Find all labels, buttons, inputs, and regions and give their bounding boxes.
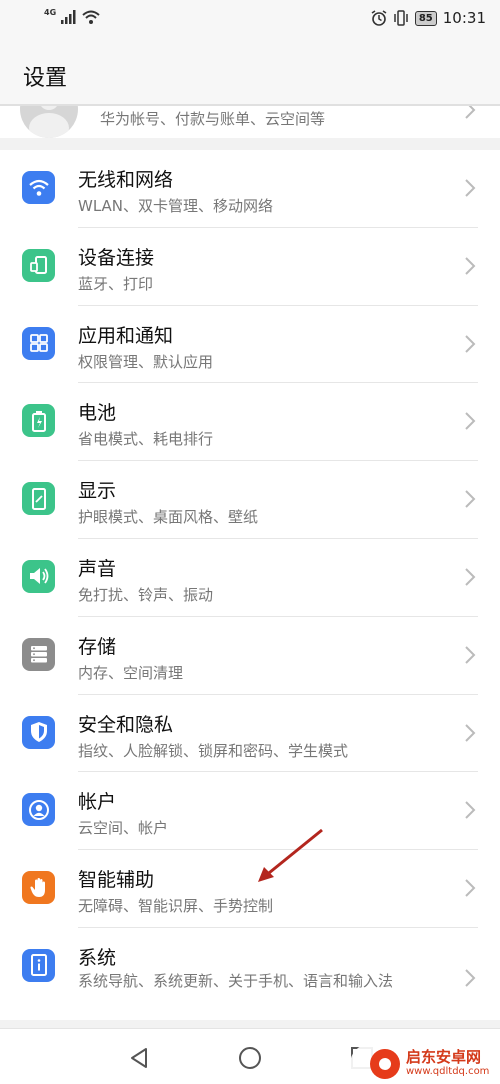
watermark-url: www.qdltdq.com	[406, 1066, 490, 1077]
status-left: 4G	[44, 7, 100, 24]
watermark-logo	[370, 1049, 400, 1079]
chevron-right-icon	[465, 334, 476, 353]
storage-icon	[22, 637, 55, 671]
settings-item-title: 帐户	[78, 791, 117, 814]
back-icon[interactable]	[126, 1045, 152, 1071]
chevron-right-icon	[465, 879, 476, 897]
network-type: 4G	[44, 7, 57, 17]
battery-icon	[22, 404, 55, 438]
settings-item-subtitle: WLAN、双卡管理、移动网络	[78, 197, 274, 215]
settings-item-subtitle: 云空间、帐户	[78, 819, 169, 838]
battery-level: 85	[414, 10, 437, 26]
settings-item-apps[interactable]: 应用和通知 权限管理、默认应用	[0, 306, 500, 384]
settings-item-subtitle: 权限管理、默认应用	[78, 352, 214, 371]
settings-item-subtitle: 护眼模式、桌面风格、壁纸	[78, 508, 259, 527]
chevron-right-icon	[465, 257, 476, 275]
clock: 10:31	[442, 9, 486, 27]
settings-item-title: 智能辅助	[78, 869, 155, 892]
settings-item-subtitle: 指纹、人脸解锁、锁屏和密码、学生模式	[78, 741, 349, 760]
header: 设置	[0, 38, 500, 104]
chevron-right-icon	[465, 490, 476, 508]
settings-item-title: 设备连接	[78, 246, 155, 269]
settings-item-title: 系统	[78, 946, 117, 969]
settings-item-subtitle: 蓝牙、打印	[78, 274, 154, 293]
device-connection-icon	[22, 248, 55, 282]
display-icon	[22, 482, 55, 516]
chevron-right-icon	[465, 568, 476, 586]
settings-item-subtitle: 免打扰、铃声、振动	[78, 585, 214, 604]
settings-item-security[interactable]: 安全和隐私 指纹、人脸解锁、锁屏和密码、学生模式	[0, 695, 500, 773]
settings-item-subtitle: 系统导航、系统更新、关于手机、语言和输入法	[78, 971, 394, 990]
chevron-right-icon	[465, 179, 476, 197]
chevron-right-icon	[465, 106, 476, 119]
signal-icon	[61, 10, 76, 24]
apps-icon	[22, 326, 55, 360]
settings-item-title: 声音	[78, 557, 117, 580]
settings-item-system[interactable]: 系统 系统导航、系统更新、关于手机、语言和输入法	[0, 928, 500, 1020]
settings-item-subtitle: 省电模式、耗电排行	[78, 430, 214, 449]
system-icon	[22, 948, 55, 982]
status-bar: 4G 85 10:31	[0, 0, 500, 38]
settings-item-storage[interactable]: 存储 内存、空间清理	[0, 617, 500, 695]
account-icon	[22, 793, 55, 827]
settings-item-battery[interactable]: 电池 省电模式、耗电排行	[0, 383, 500, 462]
sound-icon	[22, 559, 55, 593]
settings-item-device-connection[interactable]: 设备连接 蓝牙、打印	[0, 228, 500, 306]
settings-item-wireless[interactable]: 无线和网络 WLAN、双卡管理、移动网络	[0, 150, 500, 228]
settings-list: 无线和网络 WLAN、双卡管理、移动网络 设备连接 蓝牙、打印 应用和通知 权限…	[0, 150, 500, 1020]
settings-item-title: 安全和隐私	[78, 713, 174, 736]
chevron-right-icon	[465, 969, 476, 987]
wifi-status-icon	[82, 10, 100, 24]
settings-item-subtitle: 无障碍、智能识屏、手势控制	[78, 897, 274, 916]
chevron-right-icon	[465, 801, 476, 820]
settings-item-sound[interactable]: 声音 免打扰、铃声、振动	[0, 539, 500, 617]
hand-icon	[22, 871, 55, 905]
watermark: 启东安卓网 www.qdltdq.com	[350, 1044, 500, 1084]
watermark-title: 启东安卓网	[406, 1048, 482, 1066]
alarm-icon	[371, 10, 387, 26]
settings-item-subtitle: 内存、空间清理	[78, 663, 184, 682]
chevron-right-icon	[465, 412, 476, 431]
vibrate-icon	[394, 10, 408, 26]
chevron-right-icon	[465, 723, 476, 742]
annotation-arrow	[258, 828, 323, 882]
settings-item-title: 应用和通知	[78, 324, 174, 347]
avatar	[20, 106, 78, 138]
chevron-right-icon	[465, 646, 476, 664]
home-icon[interactable]	[237, 1045, 263, 1071]
security-icon	[22, 715, 55, 749]
account-row[interactable]: 华为帐号、付款与账单、云空间等	[0, 104, 500, 138]
settings-item-title: 显示	[78, 480, 117, 503]
settings-item-title: 电池	[78, 402, 117, 425]
page-title: 设置	[23, 66, 68, 91]
account-subtitle: 华为帐号、付款与账单、云空间等	[100, 110, 326, 128]
settings-item-title: 存储	[78, 635, 117, 658]
settings-item-display[interactable]: 显示 护眼模式、桌面风格、壁纸	[0, 461, 500, 539]
settings-item-title: 无线和网络	[78, 169, 174, 191]
status-right: 85 10:31	[371, 9, 486, 27]
wifi-icon	[22, 171, 55, 204]
